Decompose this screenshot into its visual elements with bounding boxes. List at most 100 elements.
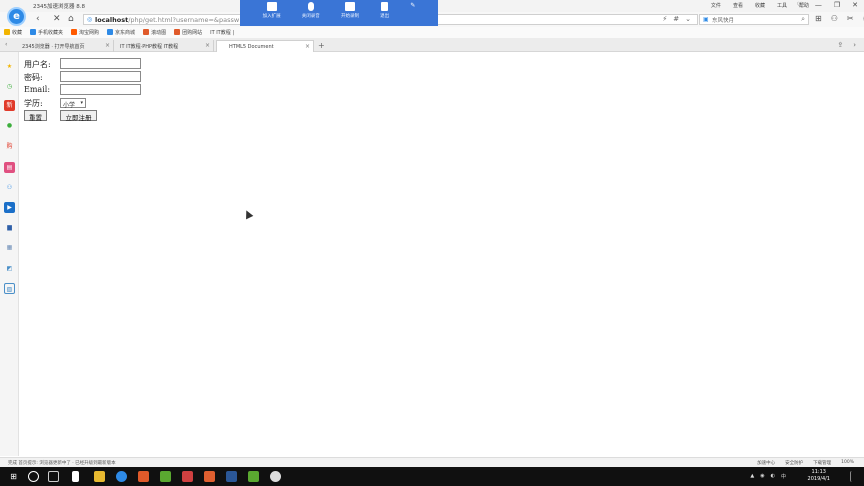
password-label: 密码:	[24, 73, 43, 82]
skin-icon[interactable]: ♡	[797, 1, 803, 9]
email-label: Email:	[24, 85, 51, 94]
computer-icon[interactable]: ▆	[4, 222, 15, 233]
search-engine-icon: ▣	[703, 16, 709, 23]
phone-icon	[30, 29, 37, 35]
tab-it-tutorial[interactable]: IT IT教程·PHP教程 IT教程 ×	[116, 40, 214, 52]
browser-logo-icon[interactable]: e	[7, 7, 26, 26]
download-button[interactable]: 下载管理	[813, 460, 831, 466]
close-icon[interactable]: ×	[305, 43, 310, 50]
new-tab-icon[interactable]: +	[318, 41, 325, 50]
hash-icon[interactable]: #	[673, 15, 679, 23]
status-bar: 完成 首页提示: 浏览器更新中了 · 已经升级到最新版本 加速中心 安全防护 下…	[0, 457, 864, 467]
notes-icon[interactable]: ▦	[4, 242, 15, 253]
jd-icon	[107, 29, 114, 35]
app-icon[interactable]	[160, 471, 171, 482]
show-desktop-icon[interactable]	[850, 471, 856, 482]
task-view-icon[interactable]	[48, 471, 59, 482]
recorder-mic-button[interactable]: 关闭录音	[302, 0, 320, 26]
bookmark-item[interactable]: 京东商城	[107, 29, 135, 36]
bookmark-item[interactable]: 收藏	[4, 29, 22, 36]
file-icon[interactable]	[72, 471, 79, 482]
email-input[interactable]	[60, 84, 141, 95]
pin-icon: ✎	[410, 2, 416, 9]
stop-icon[interactable]: ✕	[53, 14, 61, 24]
page-icon: ◎	[87, 16, 93, 23]
game-icon[interactable]: ⚇	[831, 14, 838, 23]
tab-scroll-right-icon[interactable]: ›	[853, 41, 856, 49]
bookmark-item[interactable]: 滚动图	[143, 29, 166, 36]
tab-home[interactable]: 2345浏览器 · 打开导航首页 ×	[18, 40, 114, 52]
game-controller-icon[interactable]: ⚇	[4, 182, 15, 193]
screen-recorder-toolbar: 加入扩展 关闭录音 开始录制 退出 ✎	[240, 0, 438, 26]
browser-taskbar-icon[interactable]	[116, 471, 127, 482]
recorder-pin-button[interactable]: ✎	[410, 0, 415, 26]
search-icon[interactable]: ⌕	[801, 15, 805, 24]
bookmark-item[interactable]: 团购网站	[174, 29, 202, 36]
menu-tools[interactable]: 工具	[777, 2, 787, 9]
close-button[interactable]: ✕	[852, 1, 858, 9]
taskbar-clock[interactable]: 11:13 2019/4/1	[808, 469, 830, 483]
address-tools: ⚡ # ⌄	[662, 15, 691, 23]
bookmark-item[interactable]: 手机收藏夹	[30, 29, 63, 36]
apps-icon[interactable]: ⊞	[815, 14, 822, 23]
tab-scroll-left-icon[interactable]: ‹	[5, 41, 7, 48]
folder-icon[interactable]	[94, 471, 105, 482]
toolbox-icon[interactable]: ▧	[4, 283, 15, 294]
recorder-record-button[interactable]: 开始录制	[341, 0, 359, 26]
zoom-level[interactable]: 100%	[841, 460, 854, 466]
home-icon[interactable]: ⌂	[68, 14, 74, 24]
search-icon[interactable]	[28, 471, 39, 482]
tools-icon[interactable]: ✂	[847, 14, 854, 23]
ime-icon[interactable]: 中	[781, 473, 786, 480]
word-icon[interactable]	[226, 471, 237, 482]
password-input[interactable]	[60, 71, 141, 82]
cloud-icon[interactable]: ◩	[4, 263, 15, 274]
ppt-icon[interactable]	[204, 471, 215, 482]
recorder-extend-button[interactable]: 加入扩展	[263, 0, 281, 26]
submit-button[interactable]: 立即注册	[60, 110, 97, 122]
username-input[interactable]	[60, 58, 141, 69]
security-button[interactable]: 安全防护	[785, 460, 803, 466]
education-label: 学历:	[24, 99, 43, 108]
search-box[interactable]: ▣ 东风快月 ⌕	[699, 14, 809, 25]
tab-list-icon[interactable]: ⇪	[837, 41, 843, 49]
dropdown-icon[interactable]: ⌄	[685, 15, 691, 23]
volume-icon[interactable]: ◐	[771, 473, 775, 480]
deal-icon	[174, 29, 181, 35]
back-icon[interactable]: ‹	[36, 14, 40, 24]
menu-file[interactable]: 文件	[711, 2, 721, 9]
app-icon[interactable]	[138, 471, 149, 482]
video-icon[interactable]: ▶	[4, 202, 15, 213]
shopping-icon[interactable]: 购	[4, 141, 15, 152]
accelerate-button[interactable]: 加速中心	[757, 460, 775, 466]
history-clock-icon[interactable]: ◷	[4, 81, 15, 92]
menu-favorites[interactable]: 收藏	[755, 2, 765, 9]
app-icon[interactable]	[248, 471, 259, 482]
bookmark-item[interactable]: 淘宝网购	[71, 29, 99, 36]
camera-icon	[344, 2, 355, 11]
news-icon[interactable]: 新	[4, 100, 15, 111]
wechat-icon[interactable]: ●	[4, 120, 15, 131]
favorites-star-icon[interactable]: ★	[4, 61, 15, 72]
app-icon[interactable]	[270, 471, 281, 482]
network-icon[interactable]: ◉	[760, 473, 764, 480]
tray-icon[interactable]: ▲	[750, 473, 754, 480]
tmall-icon[interactable]: ▤	[4, 162, 15, 173]
app-icon[interactable]	[182, 471, 193, 482]
search-placeholder: 东风快月	[712, 18, 735, 24]
close-icon[interactable]: ×	[105, 42, 110, 49]
taskbar: ⊞ ▲ ◉ ◐ 中 11:13 2019/4/1	[0, 467, 864, 486]
menu-view[interactable]: 查看	[733, 2, 743, 9]
tab-html5-document[interactable]: HTML5 Document ×	[216, 40, 314, 52]
url-text[interactable]: localhost/php/get.html?username=&passw	[95, 16, 239, 24]
windows-start-icon[interactable]: ⊞	[8, 471, 19, 482]
reset-button[interactable]: 重置	[24, 110, 47, 122]
speed-icon[interactable]: ⚡	[662, 15, 667, 23]
education-select[interactable]: 小学 ▾	[60, 98, 86, 109]
close-icon[interactable]: ×	[205, 42, 210, 49]
recorder-exit-button[interactable]: 退出	[380, 0, 389, 26]
app-title: 2345加速浏览器 8.8	[33, 4, 85, 10]
minimize-button[interactable]: —	[815, 1, 822, 9]
bookmark-item[interactable]: IT IT教程 |	[210, 29, 234, 36]
maximize-button[interactable]: ❐	[834, 1, 840, 9]
